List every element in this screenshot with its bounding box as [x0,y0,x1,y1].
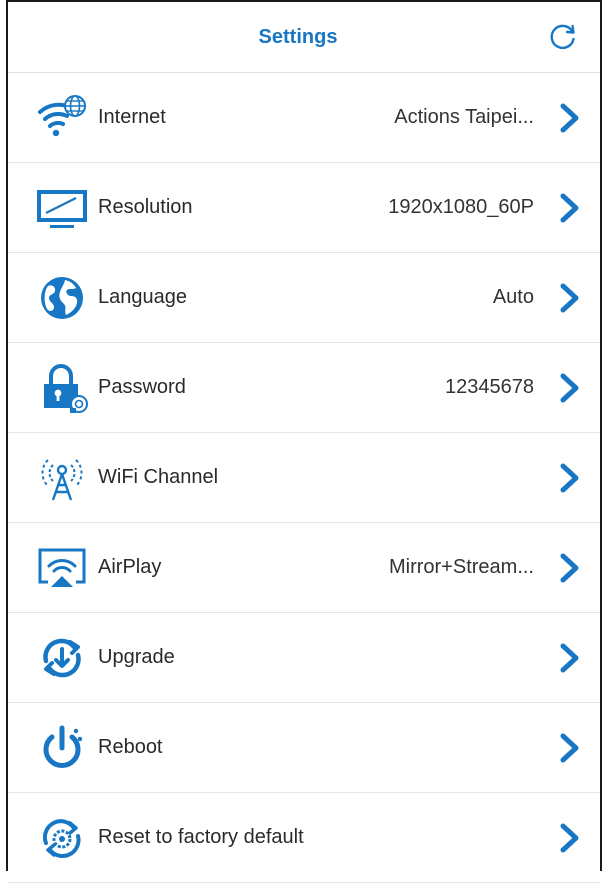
reset-gear-icon [34,810,90,866]
power-icon [34,720,90,776]
settings-item-label: Language [98,286,187,308]
settings-item-airplay[interactable]: AirPlay Mirror+Stream... [8,523,600,613]
settings-item-internet[interactable]: Internet Actions Taipei... [8,73,600,163]
chevron-right-icon [560,643,579,672]
header-bar: Settings [8,2,600,73]
upgrade-icon [34,630,90,686]
page-title: Settings [258,25,338,48]
settings-item-label: Reboot [98,736,163,758]
settings-item-label: AirPlay [98,556,162,578]
settings-screen: Settings Internet Actions Taipei... Reso… [6,0,602,883]
chevron-right-icon [560,463,579,492]
refresh-button[interactable] [546,20,580,54]
settings-item-value: Actions Taipei... [394,106,534,128]
settings-item-reboot[interactable]: Reboot [8,703,600,793]
settings-item-label: Internet [98,106,166,128]
settings-item-value: 12345678 [445,376,534,398]
settings-item-value: Mirror+Stream... [388,556,534,578]
chevron-right-icon [560,733,579,762]
chevron-right-icon [560,283,579,312]
wifi-globe-icon [34,90,90,146]
settings-item-resolution[interactable]: Resolution 1920x1080_60P [8,163,600,253]
chevron-right-icon [560,103,579,132]
settings-item-password[interactable]: Password 12345678 [8,343,600,433]
chevron-right-icon [560,823,579,852]
settings-item-language[interactable]: Language Auto [8,253,600,343]
settings-item-value: Auto [492,286,534,308]
lock-icon [34,360,90,416]
antenna-icon [34,450,90,506]
chevron-right-icon [560,553,579,582]
settings-item-value: 1920x1080_60P [388,196,534,218]
settings-list: Internet Actions Taipei... Resolution 19… [8,73,600,883]
settings-item-label: Password [98,376,186,398]
chevron-right-icon [560,193,579,222]
settings-item-label: WiFi Channel [98,466,219,488]
monitor-icon [34,180,90,236]
settings-item-label: Reset to factory default [98,826,304,848]
globe-icon [34,270,90,326]
refresh-icon [550,24,575,50]
settings-item-upgrade[interactable]: Upgrade [8,613,600,703]
airplay-icon [34,540,90,596]
settings-item-reset-factory-default[interactable]: Reset to factory default [8,793,600,883]
chevron-right-icon [560,373,579,402]
settings-item-label: Upgrade [98,646,175,668]
settings-item-label: Resolution [98,196,193,218]
settings-item-wifi-channel[interactable]: WiFi Channel [8,433,600,523]
